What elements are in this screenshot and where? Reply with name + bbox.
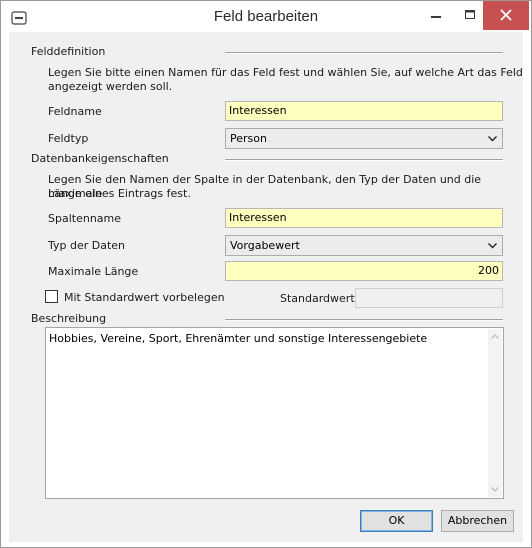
datentyp-select[interactable]: Vorgabewert bbox=[225, 235, 503, 256]
datenbank-description-2: Länge eines Eintrags fest. bbox=[48, 187, 191, 200]
beschreibung-text: Hobbies, Vereine, Sport, Ehrenämter und … bbox=[49, 332, 428, 345]
close-icon bbox=[500, 9, 512, 21]
minimize-icon bbox=[431, 16, 441, 18]
vertical-scrollbar[interactable] bbox=[488, 329, 502, 497]
section-divider bbox=[225, 319, 503, 321]
standardwert-input[interactable] bbox=[355, 288, 503, 308]
chevron-down-icon bbox=[488, 136, 497, 142]
dialog-client-area: Felddefinition Legen Sie bitte einen Nam… bbox=[9, 32, 523, 542]
section-divider bbox=[225, 159, 503, 161]
section-beschreibung: Beschreibung bbox=[31, 312, 107, 325]
scroll-up-icon[interactable] bbox=[490, 332, 500, 342]
scroll-down-icon[interactable] bbox=[490, 484, 500, 494]
felddefinition-description-1: Legen Sie bitte einen Namen für das Feld… bbox=[48, 66, 523, 79]
title-bar[interactable]: Feld bearbeiten bbox=[1, 1, 531, 33]
feldtyp-selected-value: Person bbox=[230, 132, 267, 145]
standardwert-label: Standardwert bbox=[280, 292, 355, 305]
section-felddefinition: Felddefinition bbox=[31, 45, 106, 58]
felddefinition-description-2: angezeigt werden soll. bbox=[48, 80, 173, 93]
spaltenname-label: Spaltenname bbox=[48, 212, 122, 225]
spaltenname-input[interactable]: Interessen bbox=[225, 208, 503, 228]
ok-button[interactable]: OK bbox=[360, 510, 433, 532]
cancel-button[interactable]: Abbrechen bbox=[441, 510, 514, 532]
datentyp-selected-value: Vorgabewert bbox=[230, 239, 300, 252]
chevron-down-icon bbox=[488, 243, 497, 249]
standardwert-checkbox-label[interactable]: Mit Standardwert vorbelegen bbox=[64, 291, 225, 304]
close-button[interactable] bbox=[483, 1, 529, 30]
maxlaenge-input[interactable]: 200 bbox=[225, 261, 503, 281]
datentyp-label: Typ der Daten bbox=[48, 239, 126, 252]
feldtyp-select[interactable]: Person bbox=[225, 128, 503, 149]
section-datenbankeigenschaften: Datenbankeigenschaften bbox=[31, 152, 169, 165]
section-divider bbox=[225, 52, 503, 54]
feldtyp-label: Feldtyp bbox=[48, 132, 89, 145]
feldname-input[interactable]: Interessen bbox=[225, 101, 503, 121]
maximize-button[interactable] bbox=[453, 1, 487, 30]
beschreibung-textarea[interactable]: Hobbies, Vereine, Sport, Ehrenämter und … bbox=[45, 327, 504, 499]
maximize-icon bbox=[465, 10, 475, 19]
maxlaenge-label: Maximale Länge bbox=[48, 265, 139, 278]
dialog-window: Feld bearbeiten Felddefinition Legen Sie… bbox=[0, 0, 532, 548]
standardwert-checkbox[interactable] bbox=[45, 290, 58, 303]
feldname-label: Feldname bbox=[48, 105, 102, 118]
minimize-button[interactable] bbox=[419, 1, 453, 30]
